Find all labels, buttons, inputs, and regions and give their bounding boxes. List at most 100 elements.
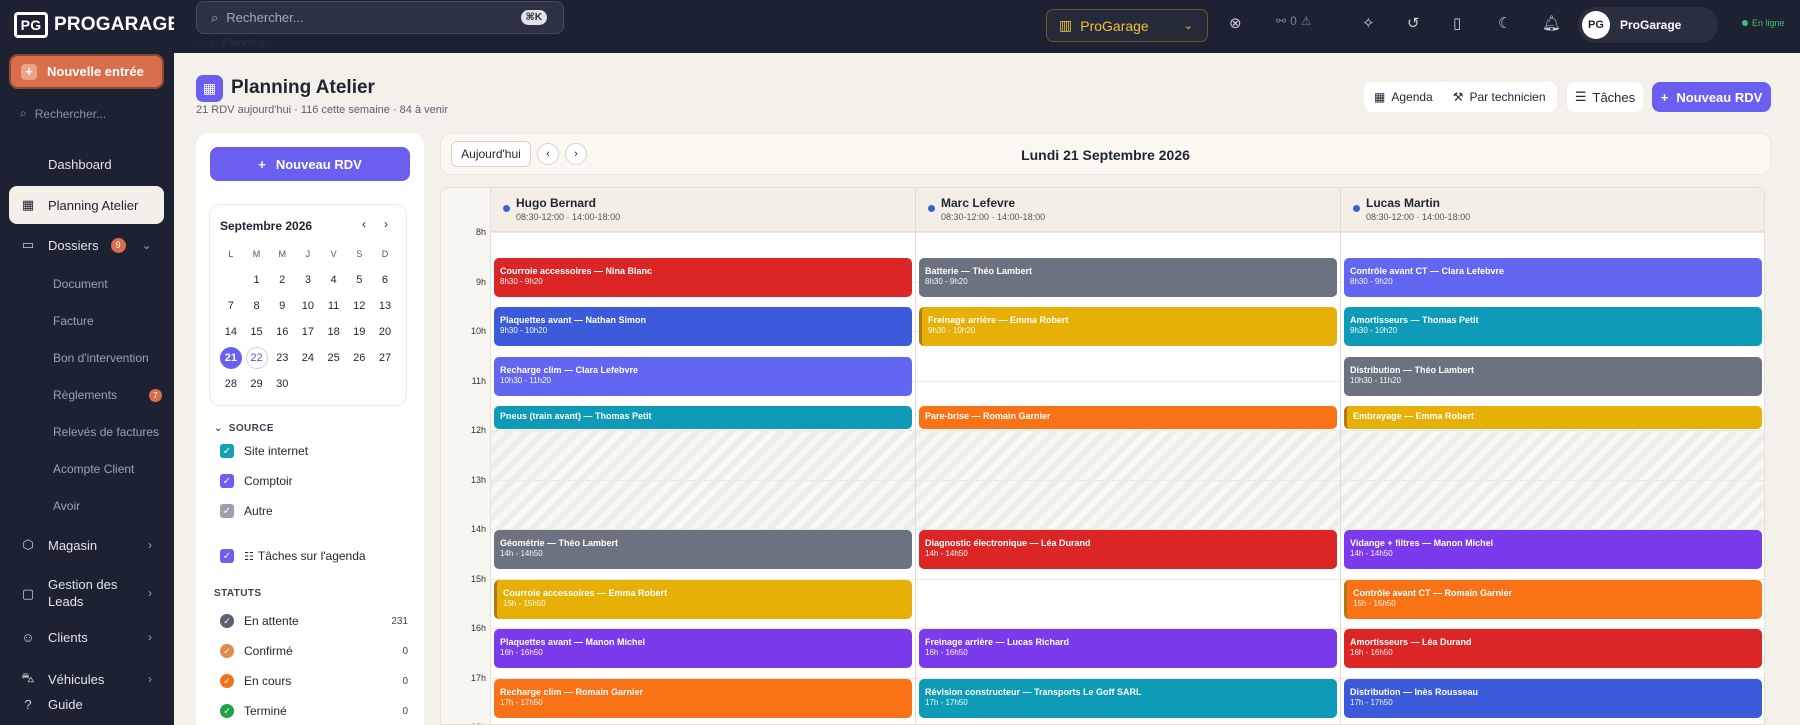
status-filter[interactable]: ✓ Terminé 0	[220, 704, 408, 718]
sidebar-subitem-document[interactable]: Document	[53, 277, 108, 291]
day-cell[interactable]: 20	[372, 326, 398, 338]
sidebar-item-guide[interactable]: ? Guide	[9, 685, 164, 723]
day-cell[interactable]: 26	[346, 352, 372, 364]
technician-column-header[interactable]: Marc Lefevre 08:30-12:00 · 14:00-18:00	[916, 188, 1341, 232]
appointment-event[interactable]: Embrayage — Emma Robert	[1344, 406, 1762, 429]
day-cell[interactable]: 22	[244, 347, 270, 369]
appointment-event[interactable]: Distribution — Théo Lambert 10h30 - 11h20	[1344, 356, 1762, 396]
appointment-event[interactable]: Pneus (train avant) — Thomas Petit	[494, 406, 912, 429]
day-cell[interactable]: 25	[321, 352, 347, 364]
day-cell[interactable]: 9	[269, 300, 295, 312]
new-rdv-button[interactable]: + Nouveau RDV	[210, 147, 410, 181]
view-technician-button[interactable]: ⚒ Par technicien	[1443, 90, 1556, 104]
status-filter[interactable]: ✓ En cours 0	[220, 674, 408, 688]
day-cell[interactable]: 29	[244, 378, 270, 390]
appointment-event[interactable]: Courroie accessoires — Emma Robert 15h - …	[494, 579, 912, 619]
source-filter[interactable]: ✓ Comptoir	[220, 474, 408, 488]
moon-icon[interactable]: ☾	[1498, 14, 1511, 32]
sidebar-subitem-facture[interactable]: Facture	[53, 314, 94, 328]
sidebar-subitem-releves[interactable]: Relevés de factures	[53, 425, 159, 439]
day-cell[interactable]: 17	[295, 326, 321, 338]
appointment-event[interactable]: Recharge clim — Romain Garnier 17h - 17h5…	[494, 678, 912, 718]
appointment-event[interactable]: Amortisseurs — Thomas Petit 9h30 - 10h20	[1344, 307, 1762, 347]
sidebar-subitem-avoir[interactable]: Avoir	[53, 499, 80, 513]
appointment-event[interactable]: Plaquettes avant — Manon Michel 16h - 16h…	[494, 629, 912, 669]
day-cell[interactable]: 1	[244, 274, 270, 286]
technician-column-header[interactable]: Lucas Martin 08:30-12:00 · 14:00-18:00	[1341, 188, 1764, 232]
day-cell[interactable]: 15	[244, 326, 270, 338]
sidebar-item-leads[interactable]: ▢ Gestion des Leads ›	[9, 572, 164, 616]
appointment-event[interactable]: Révision constructeur — Transports Le Go…	[919, 678, 1337, 718]
appointment-event[interactable]: Courroie accessoires — Nina Blanc 8h30 - …	[494, 257, 912, 297]
tasks-button[interactable]: ☰ Tâches	[1567, 82, 1643, 112]
day-cell[interactable]: 13	[372, 300, 398, 312]
home-icon[interactable]: ⌂	[196, 37, 203, 49]
sidebar-item-clients[interactable]: ☺ Clients ›	[9, 618, 164, 656]
mobile-icon[interactable]: ▯	[1453, 14, 1461, 32]
day-cell[interactable]: 24	[295, 352, 321, 364]
notif-counter[interactable]: ⚯ 0 ⚠	[1276, 14, 1312, 28]
source-filter[interactable]: ✓ Autre	[220, 504, 408, 518]
day-cell[interactable]: 10	[295, 300, 321, 312]
day-cell[interactable]: 14	[218, 326, 244, 338]
sidebar-item-magasin[interactable]: ⬡ Magasin ›	[9, 526, 164, 564]
appointment-event[interactable]: Plaquettes avant — Nathan Simon 9h30 - 10…	[494, 307, 912, 347]
day-cell[interactable]: 18	[321, 326, 347, 338]
tasks-toggle[interactable]: ✓ ☷ Tâches sur l'agenda	[220, 549, 408, 563]
status-filter[interactable]: ✓ Confirmé 0	[220, 644, 408, 658]
sidebar-item-dashboard[interactable]: Dashboard	[9, 145, 164, 183]
new-rdv-top-button[interactable]: + Nouveau RDV	[1652, 82, 1771, 112]
sparkle-icon[interactable]: ✧	[1362, 14, 1375, 32]
appointment-event[interactable]: Vidange + filtres — Manon Michel 14h - 14…	[1344, 530, 1762, 570]
support-icon[interactable]: ⊗	[1229, 14, 1242, 32]
appointment-event[interactable]: Géométrie — Théo Lambert 14h - 14h50	[494, 530, 912, 570]
day-cell[interactable]: 5	[346, 274, 372, 286]
appointment-event[interactable]: Diagnostic électronique — Léa Durand 14h …	[919, 530, 1337, 570]
sidebar-item-planning[interactable]: ▦ Planning Atelier	[9, 186, 164, 224]
appointment-event[interactable]: Distribution — Inès Rousseau 17h - 17h50	[1344, 678, 1762, 718]
technician-column[interactable]: Contrôle avant CT — Clara Lefebvre 8h30 -…	[1341, 232, 1764, 724]
sidebar-subitem-acompte[interactable]: Acompte Client	[53, 462, 134, 476]
day-cell[interactable]: 3	[295, 274, 321, 286]
day-cell[interactable]: 11	[321, 300, 347, 312]
history-icon[interactable]: ↺	[1407, 14, 1420, 32]
day-cell[interactable]: 8	[244, 300, 270, 312]
appointment-event[interactable]: Recharge clim — Clara Lefebvre 10h30 - 11…	[494, 356, 912, 396]
appointment-event[interactable]: Freinage arrière — Lucas Richard 16h - 16…	[919, 629, 1337, 669]
day-cell[interactable]: 30	[269, 378, 295, 390]
appointment-event[interactable]: Contrôle avant CT — Clara Lefebvre 8h30 -…	[1344, 257, 1762, 297]
next-month-icon[interactable]: ›	[384, 217, 388, 231]
day-cell[interactable]: 12	[346, 300, 372, 312]
appointment-event[interactable]: Batterie — Théo Lambert 8h30 - 9h20	[919, 257, 1337, 297]
technician-column[interactable]: Courroie accessoires — Nina Blanc 8h30 - …	[491, 232, 916, 724]
day-cell[interactable]: 28	[218, 378, 244, 390]
day-cell[interactable]: 19	[346, 326, 372, 338]
org-selector[interactable]: ▥ ProGarage ⌄	[1046, 9, 1208, 42]
appointment-event[interactable]: Pare-brise — Romain Garnier	[919, 406, 1337, 429]
day-cell[interactable]: 23	[269, 352, 295, 364]
day-cell[interactable]: 7	[218, 300, 244, 312]
view-agenda-button[interactable]: ▦ Agenda	[1364, 90, 1443, 104]
prev-month-icon[interactable]: ‹	[362, 217, 366, 231]
user-menu[interactable]: PG ProGarage	[1578, 7, 1718, 43]
app-logo[interactable]: PG PROGARAGE	[14, 12, 180, 38]
technician-column[interactable]: Batterie — Théo Lambert 8h30 - 9h20 Freina…	[916, 232, 1341, 724]
day-cell[interactable]: 27	[372, 352, 398, 364]
day-cell[interactable]: 6	[372, 274, 398, 286]
source-section-title[interactable]: ⌄ SOURCE	[214, 423, 274, 434]
status-filter[interactable]: ✓ En attente 231	[220, 614, 408, 628]
day-cell[interactable]: 21	[218, 347, 244, 369]
sidebar-subitem-bon-intervention[interactable]: Bon d'intervention	[53, 351, 149, 365]
bell-icon[interactable]: 🔔︎	[1542, 14, 1561, 32]
source-filter[interactable]: ✓ Site internet	[220, 444, 408, 458]
appointment-event[interactable]: Freinage arrière — Emma Robert 9h30 - 10h…	[919, 307, 1337, 347]
sidebar-search[interactable]: ⌕ Rechercher...	[20, 106, 106, 121]
day-cell[interactable]: 16	[269, 326, 295, 338]
appointment-event[interactable]: Amortisseurs — Léa Durand 16h - 16h50	[1344, 629, 1762, 669]
new-entry-button[interactable]: + Nouvelle entrée	[9, 54, 164, 89]
day-cell[interactable]: 2	[269, 274, 295, 286]
sidebar-item-dossiers[interactable]: ▭ Dossiers 9 ⌄	[9, 226, 164, 264]
day-cell[interactable]: 4	[321, 274, 347, 286]
technician-column-header[interactable]: Hugo Bernard 08:30-12:00 · 14:00-18:00	[491, 188, 916, 232]
appointment-event[interactable]: Contrôle avant CT — Romain Garnier 15h - …	[1344, 579, 1762, 619]
